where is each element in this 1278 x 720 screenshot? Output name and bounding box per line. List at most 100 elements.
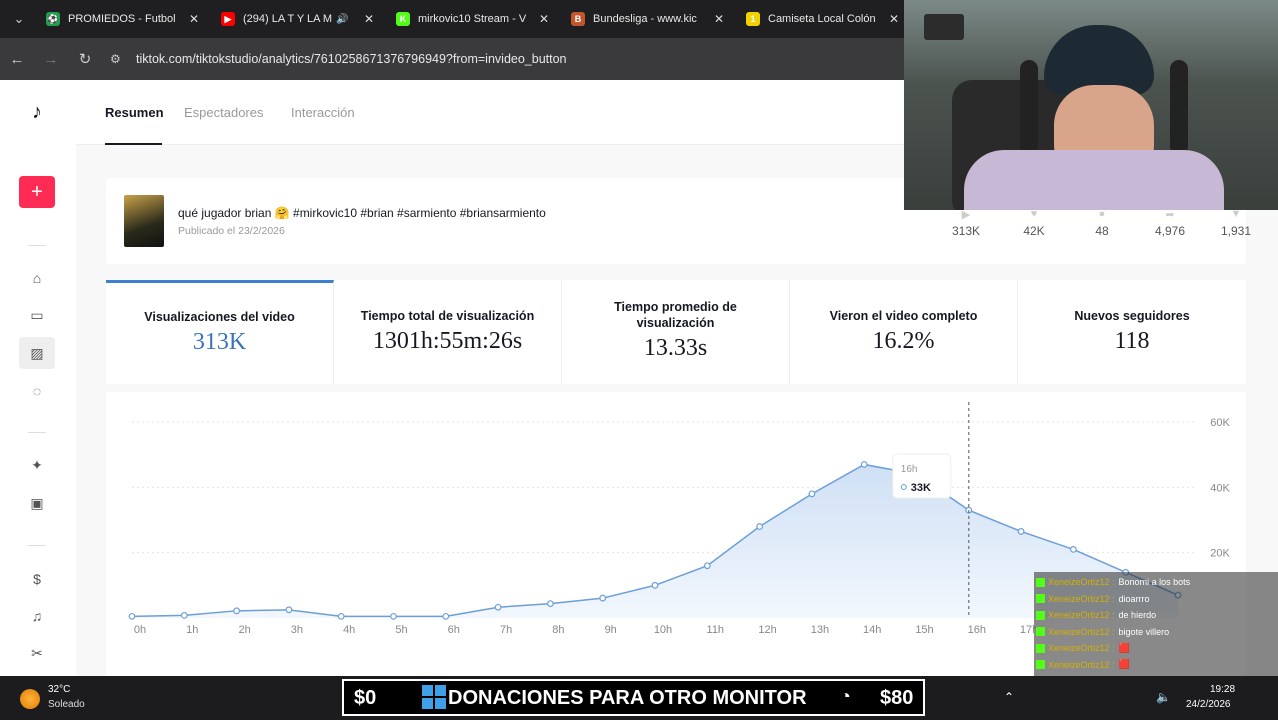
chat-message: XeneizeOrtiz12 : dioarrro	[1036, 592, 1150, 606]
chat-username: XeneizeOrtiz12 :	[1048, 610, 1115, 620]
tab-list-chevron-icon[interactable]: ⌄	[0, 0, 38, 38]
metric-value: 1301h:55m:26s	[372, 328, 523, 354]
data-point	[180, 611, 188, 619]
chat-username: XeneizeOrtiz12 :	[1048, 593, 1115, 604]
tab-title: PROMIEDOS - Futbol	[68, 13, 176, 25]
tab-audio-icon[interactable]: 🔊	[336, 14, 348, 25]
video-published-date: Publicado el 23/2/2026	[178, 225, 285, 237]
video-thumbnail[interactable]	[124, 195, 164, 247]
metric-label: Tiempo promedio de visualización	[614, 300, 737, 330]
x-tick-label: 14h	[863, 624, 881, 636]
x-tick-label: 0h	[134, 624, 146, 636]
analytics-icon[interactable]: ▨	[19, 337, 55, 369]
data-point	[860, 461, 868, 468]
tab-favicon-icon: K	[396, 12, 410, 26]
sun-icon	[20, 689, 40, 709]
tab-title: Camiseta Local Colón	[768, 13, 876, 25]
academy-icon[interactable]: ▣	[26, 492, 48, 514]
x-tick-label: 15h	[915, 624, 933, 636]
video-shares-stat: 4,976	[1154, 224, 1186, 238]
x-tick-label: 12h	[758, 624, 776, 636]
x-tick-label: 6h	[448, 624, 460, 636]
browser-tab[interactable]: ⚽ PROMIEDOS - Futbol ✕	[38, 0, 213, 38]
metric-card-avg-time[interactable]: Tiempo promedio de visualización 13.33s	[562, 280, 790, 384]
clock-date[interactable]: 24/2/2026	[1186, 699, 1231, 710]
x-tick-label: 11h	[707, 624, 725, 636]
windows-icon[interactable]	[422, 685, 446, 709]
active-tab-indicator	[105, 143, 162, 145]
chat-username: XeneizeOrtiz12 :	[1048, 643, 1115, 653]
data-point	[1017, 528, 1025, 535]
kick-badge-icon	[1036, 577, 1045, 587]
chat-message: XeneizeOrtiz12 : de hierdo	[1036, 608, 1156, 622]
x-tick-label: 13h	[811, 624, 829, 636]
chat-text: 🟥	[1118, 659, 1130, 669]
tab-resumen[interactable]: Resumen	[105, 105, 164, 120]
monetization-icon[interactable]: $	[26, 568, 48, 590]
back-icon[interactable]: ←	[0, 51, 34, 68]
chat-text: 🟥	[1118, 642, 1130, 653]
donations-banner: $0 DONACIONES PARA OTRO MONITOR ◔ $80	[342, 679, 925, 716]
music-icon[interactable]: ♫	[26, 605, 48, 627]
data-point	[285, 606, 293, 614]
upload-button[interactable]: +	[19, 176, 55, 208]
tab-interaccion[interactable]: Interacción	[291, 105, 355, 120]
data-point	[337, 612, 345, 620]
inspiration-icon[interactable]: ✦	[26, 454, 48, 476]
x-tick-label: 7h	[500, 624, 512, 636]
tiktok-logo-icon[interactable]: ♪	[26, 101, 48, 123]
stream-chat-overlay: XeneizeOrtiz12 : Bonomi a los bots Xeneize…	[1034, 572, 1278, 703]
weather-temp[interactable]: 32°C	[48, 684, 70, 695]
clock-time[interactable]: 19:28	[1210, 684, 1235, 695]
browser-tab[interactable]: B Bundesliga - www.kic ✕	[563, 0, 738, 38]
tab-close-icon[interactable]: ✕	[189, 12, 199, 26]
donations-title: DONACIONES PARA OTRO MONITOR	[448, 687, 807, 709]
sidebar-divider	[28, 432, 46, 433]
reload-icon[interactable]: ↻	[68, 50, 102, 68]
data-point	[494, 603, 502, 611]
chat-username: XeneizeOrtiz12 :	[1048, 626, 1115, 637]
tray-chevron-icon[interactable]: ⌃	[1004, 690, 1014, 704]
chat-text: Bonomi a los bots	[1118, 577, 1191, 587]
metric-card-followers[interactable]: Nuevos seguidores 118	[1018, 280, 1246, 384]
site-settings-icon[interactable]: ⚙	[110, 52, 134, 66]
tools-icon[interactable]: ✂	[26, 642, 48, 664]
browser-tab[interactable]: 1 Camiseta Local Colón ✕	[738, 0, 913, 38]
browser-tab[interactable]: ▶ (294) LA T Y LA M 🔊 ✕	[213, 0, 388, 38]
x-tick-label: 8h	[552, 624, 564, 636]
posts-icon[interactable]: ▭	[26, 304, 48, 326]
kick-badge-icon	[1036, 660, 1045, 669]
kick-badge-icon	[1036, 594, 1045, 603]
tab-close-icon[interactable]: ✕	[889, 12, 899, 26]
data-point	[703, 562, 711, 570]
chat-message: XeneizeOrtiz12 :🟥	[1036, 641, 1130, 655]
comments-icon[interactable]: ◌	[26, 380, 48, 402]
metric-label: Vieron el video completo	[829, 309, 978, 323]
forward-icon[interactable]: →	[34, 51, 68, 68]
chat-message: XeneizeOrtiz12 :🟥	[1036, 658, 1130, 672]
home-icon[interactable]: ⌂	[26, 267, 48, 289]
metric-value: 16.2%	[872, 328, 935, 354]
tab-close-icon[interactable]: ✕	[714, 12, 724, 26]
tab-close-icon[interactable]: ✕	[364, 12, 374, 26]
weather-condition: Soleado	[48, 699, 85, 710]
data-point	[547, 600, 554, 608]
studio-sidebar: ♪ + ⌂ ▭ ▨ ◌ ✦ ▣ $ ♫ ✂	[0, 80, 76, 676]
chat-username: XeneizeOrtiz12 :	[1048, 659, 1115, 670]
browser-tab[interactable]: Kmirkovic10 Stream - V ✕	[388, 0, 563, 38]
metric-card-watch-time[interactable]: Tiempo total de visualización 1301h:55m:…	[334, 280, 562, 384]
tab-close-icon[interactable]: ✕	[539, 12, 549, 26]
metric-cards: Visualizaciones del video 313K Tiempo to…	[106, 280, 1246, 384]
tab-espectadores[interactable]: Espectadores	[184, 105, 264, 120]
volume-icon[interactable]: 🔈	[1156, 690, 1171, 704]
tooltip-label: 16h	[901, 464, 918, 475]
tab-favicon-icon: B	[571, 12, 585, 26]
tab-favicon-icon: ⚽	[46, 12, 60, 26]
video-views-stat: 313K	[951, 224, 981, 238]
data-point	[128, 612, 136, 620]
metric-card-views[interactable]: Visualizaciones del video 313K	[106, 280, 334, 384]
url-input[interactable]: tiktok.com/tiktokstudio/analytics/761025…	[136, 52, 567, 66]
metric-card-completion[interactable]: Vieron el video completo 16.2%	[790, 280, 1018, 384]
chat-message: XeneizeOrtiz12 : bigote villero	[1036, 625, 1169, 639]
data-point	[390, 612, 397, 620]
